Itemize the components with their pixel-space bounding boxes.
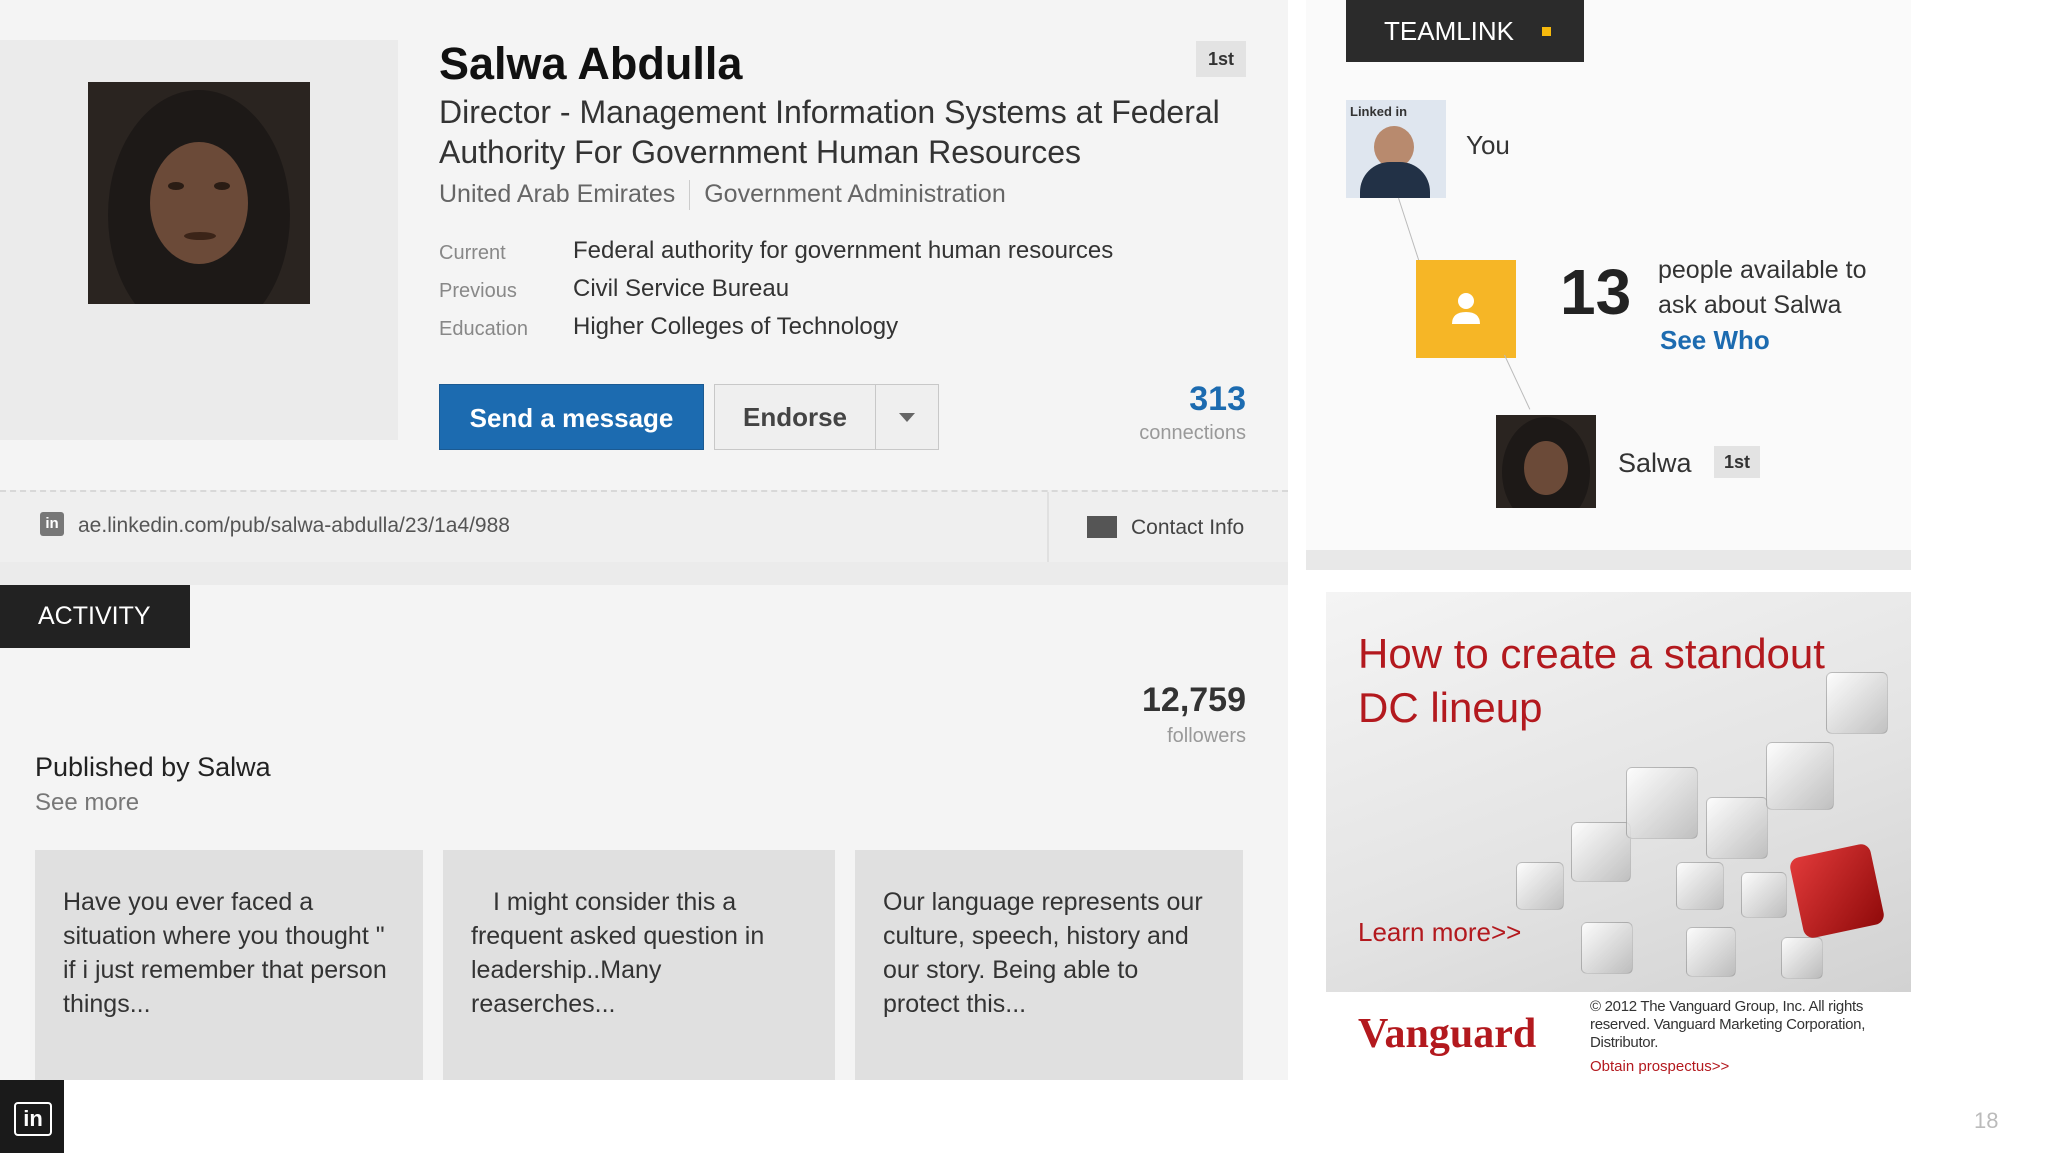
linkedin-icon: in [14,1102,52,1136]
profile-name: Salwa Abdulla [439,38,743,89]
people-available-tile[interactable] [1416,260,1516,358]
connections-label: connections [1139,422,1246,444]
activity-section: ACTIVITY 12,759 followers Published by S… [0,585,1288,1080]
obtain-prospectus-link[interactable]: Obtain prospectus>> [1590,1058,1729,1075]
fact-value-education[interactable]: Higher Colleges of Technology [573,313,898,341]
post-excerpt: Our language represents our culture, spe… [883,888,1203,1018]
profile-card: Salwa Abdulla 1st Director - Management … [0,0,1288,490]
people-count: 13 [1560,256,1632,328]
send-message-button[interactable]: Send a message [439,384,704,450]
teamlink-tab[interactable]: TEAMLINK [1346,0,1584,62]
linkedin-icon: in [40,512,64,536]
teamlink-card: TEAMLINK Linked in You 13 people availab… [1306,0,1911,550]
person-icon [1452,293,1480,324]
fact-label-previous: Previous [439,280,517,302]
profile-headline: Director - Management Information System… [439,94,1220,170]
post-card[interactable]: I might consider this a frequent asked q… [443,850,835,1080]
post-card[interactable]: Have you ever faced a situation where yo… [35,850,423,1080]
target-avatar[interactable] [1496,415,1596,508]
connection-degree-badge: 1st [1196,41,1246,77]
endorse-dropdown-button[interactable] [876,385,938,449]
connector-line [1398,197,1422,267]
endorse-button[interactable]: Endorse [715,385,875,449]
profile-photo-frame [0,40,398,440]
red-cube-graphic [1788,842,1886,940]
published-by-title[interactable]: Published by Salwa [35,752,271,783]
slide-page-number: 18 [1974,1108,1999,1133]
location-industry-line: United Arab Emirates Government Administr… [439,180,1006,211]
fact-label-education: Education [439,318,528,340]
ad-banner[interactable]: How to create a standout DC lineup Learn… [1326,592,1911,992]
see-more-link[interactable]: See more [35,789,139,817]
profile-photo[interactable] [88,82,310,304]
linkedin-badge: Linked in [1350,104,1408,119]
post-card[interactable]: Our language represents our culture, spe… [855,850,1243,1080]
public-profile-bar: in ae.linkedin.com/pub/salwa-abdulla/23/… [0,490,1288,562]
contact-info-button[interactable]: Contact Info [1047,492,1290,562]
advertisement: How to create a standout DC lineup Learn… [1306,570,1911,1080]
connection-degree-badge: 1st [1714,446,1760,478]
fact-value-previous[interactable]: Civil Service Bureau [573,275,789,303]
profile-location[interactable]: United Arab Emirates [439,180,675,208]
teamlink-label: TEAMLINK [1384,16,1515,46]
fact-label-current: Current [439,242,506,264]
followers-label: followers [1167,725,1246,747]
user-avatar[interactable]: Linked in [1346,100,1446,198]
ad-legal-text: © 2012 The Vanguard Group, Inc. All righ… [1590,998,1866,1051]
people-available-text: people available to ask about Salwa [1658,256,1867,319]
divider [689,180,691,211]
linkedin-logo: in [0,1080,64,1153]
followers-count: 12,759 [1142,681,1246,719]
status-dot-icon [1542,27,1551,36]
fact-value-current[interactable]: Federal authority for government human r… [573,237,1113,265]
target-name: Salwa [1618,448,1692,478]
public-profile-url[interactable]: ae.linkedin.com/pub/salwa-abdulla/23/1a4… [78,514,510,538]
contact-info-label: Contact Info [1131,516,1245,539]
connections-count[interactable]: 313 [1100,380,1246,419]
contact-card-icon [1087,516,1117,538]
post-excerpt: I might consider this a frequent asked q… [471,888,765,1018]
learn-more-link[interactable]: Learn more>> [1358,917,1521,948]
see-who-link[interactable]: See Who [1660,325,1770,356]
post-excerpt: Have you ever faced a situation where yo… [63,888,387,1018]
you-label: You [1466,130,1510,160]
vanguard-logo[interactable]: Vanguard [1358,1010,1536,1058]
caret-down-icon [899,413,915,422]
connector-line [1504,354,1531,410]
endorse-button-group: Endorse [714,384,939,450]
activity-tab[interactable]: ACTIVITY [0,585,190,648]
profile-industry[interactable]: Government Administration [704,180,1006,208]
ad-headline: How to create a standout DC lineup [1358,630,1825,731]
